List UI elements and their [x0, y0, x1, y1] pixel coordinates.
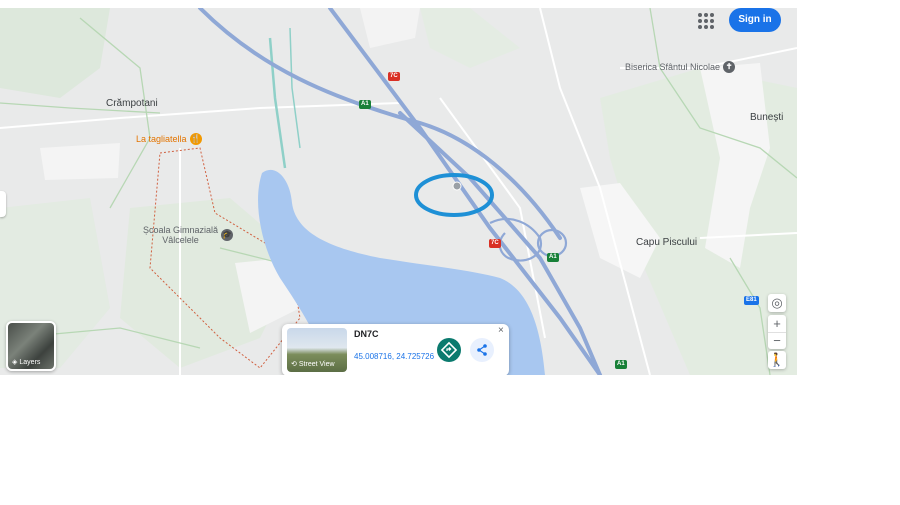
zoom-in-button[interactable]: +	[768, 315, 786, 333]
street-view-icon: ⟲	[291, 361, 297, 368]
poi-la-tagliatella-label: La tagliatella	[136, 134, 187, 144]
zoom-controls: + −	[768, 315, 786, 349]
directions-icon	[440, 341, 458, 359]
my-location-button[interactable]: ◎	[768, 294, 786, 312]
poi-scoala-label-line1: Școala Gimnazială	[143, 225, 219, 235]
place-label-bunesti[interactable]: Bunești	[750, 112, 783, 123]
map-canvas[interactable]: Crămpotani Bunești Capu Piscului Biseric…	[0, 8, 797, 375]
layers-icon: ◈	[12, 359, 18, 366]
poi-la-tagliatella[interactable]: La tagliatella 🍴	[136, 133, 202, 145]
zoom-out-button[interactable]: −	[768, 333, 786, 349]
road-shield-e81: E81	[744, 296, 759, 305]
poi-scoala[interactable]: Școala Gimnazială Vâlcelele 🎓	[143, 225, 234, 245]
share-icon	[477, 344, 487, 356]
street-view-thumbnail[interactable]: ⟲ Street View	[287, 328, 347, 372]
road-shield-a1-mid: A1	[547, 253, 559, 262]
side-panel-toggle[interactable]	[0, 191, 6, 217]
info-card-coordinates[interactable]: 45.008716, 24.725726	[354, 352, 434, 361]
poi-biserica-label: Biserica Sfântul Nicolae	[625, 62, 721, 72]
poi-biserica[interactable]: Biserica Sfântul Nicolae ✝	[625, 61, 736, 73]
highlight-ring	[414, 173, 494, 217]
close-icon[interactable]: ×	[498, 325, 504, 336]
restaurant-icon: 🍴	[189, 133, 202, 145]
road-shield-a1-bottom: A1	[615, 360, 627, 369]
poi-scoala-label: Școala Gimnazială Vâlcelele	[143, 225, 218, 245]
church-icon: ✝	[723, 61, 736, 73]
sign-in-button[interactable]: Sign in	[729, 8, 781, 32]
info-card-title: DN7C	[354, 329, 379, 339]
street-view-label: Street View	[298, 360, 335, 368]
place-label-crampotani[interactable]: Crămpotani	[106, 98, 158, 109]
street-view-label-wrap: ⟲ Street View	[291, 360, 335, 369]
poi-scoala-label-line2: Vâlcelele	[162, 235, 199, 245]
crosshair-icon: ◎	[771, 295, 783, 310]
share-button[interactable]	[470, 338, 494, 362]
layers-label: Layers	[19, 358, 41, 366]
layers-label-wrap: ◈ Layers	[12, 358, 41, 367]
place-label-capu-piscului[interactable]: Capu Piscului	[636, 237, 697, 248]
info-card: ⟲ Street View DN7C 45.008716, 24.725726 …	[282, 324, 509, 375]
pegman-button[interactable]: 🚶	[768, 351, 786, 369]
directions-button[interactable]	[437, 338, 461, 362]
road-shield-dn7c-top: 7C	[388, 72, 400, 81]
pegman-icon: 🚶	[768, 352, 786, 367]
road-shield-a1-top: A1	[359, 100, 371, 109]
layers-button[interactable]: ◈ Layers	[6, 321, 56, 371]
grid-icon[interactable]	[698, 13, 714, 29]
school-icon: 🎓	[221, 229, 234, 241]
road-shield-dn7c-mid: 7C	[489, 239, 501, 248]
